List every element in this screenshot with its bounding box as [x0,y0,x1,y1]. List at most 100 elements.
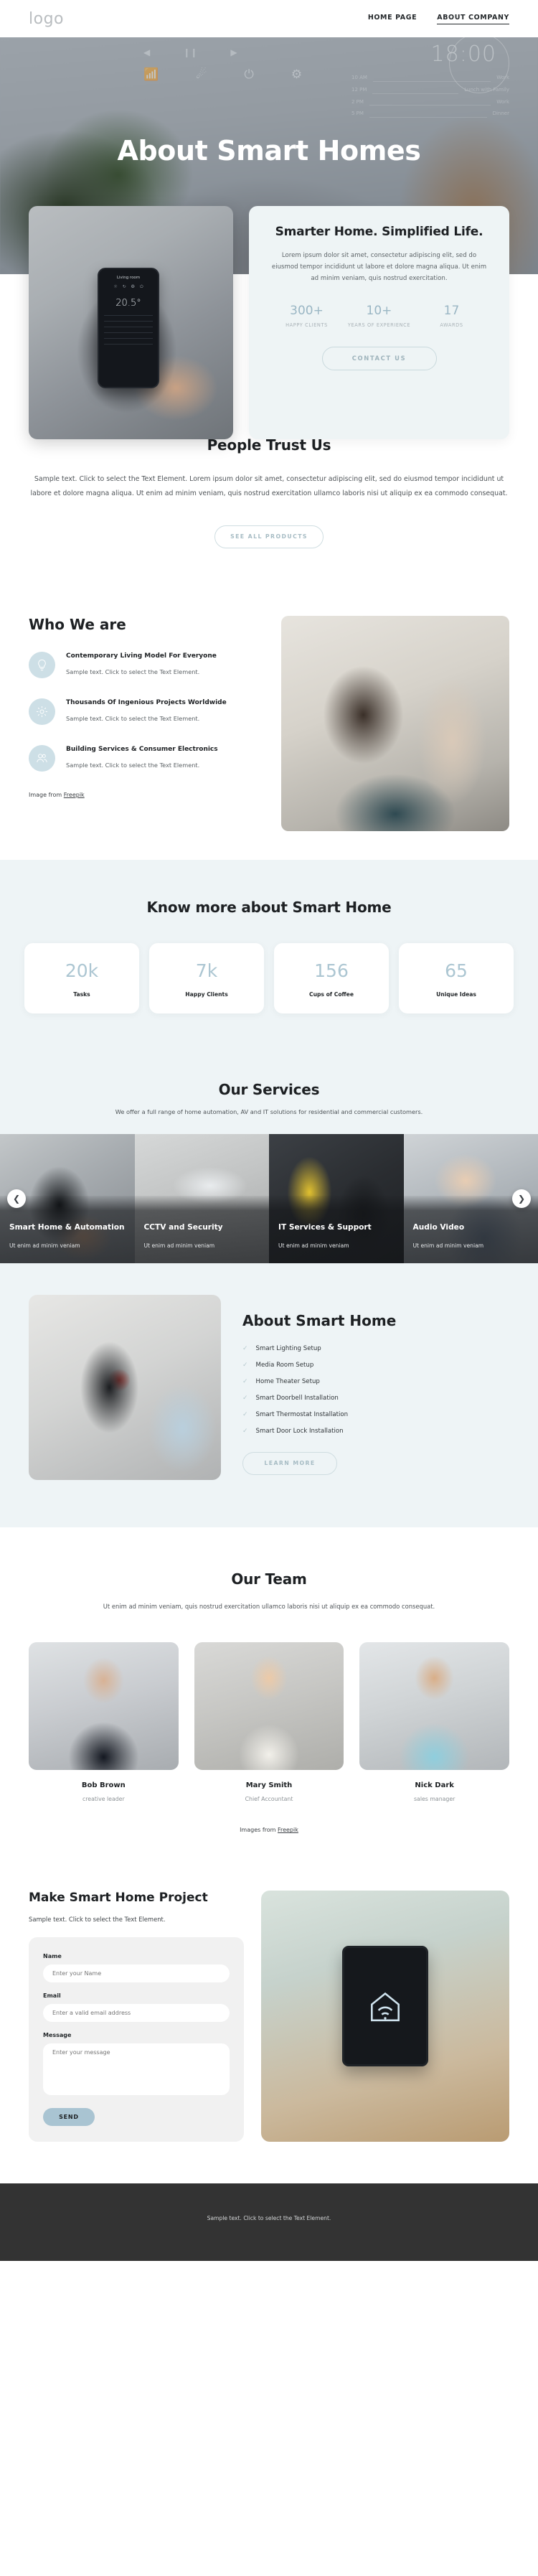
contact-us-button[interactable]: CONTACT US [321,346,437,370]
stat-card-tasks: 20k Tasks [24,942,139,1013]
hero-info-card: Smarter Home. Simplified Life. Lorem ips… [249,206,509,439]
service-card-cctv-security[interactable]: CCTV and Security Ut enim ad minim venia… [134,1133,269,1263]
checklist-item: ✓ Smart Doorbell Installation [242,1395,509,1402]
users-icon [29,744,55,772]
contact-left: Make Smart Home Project Sample text. Cli… [29,1891,244,2142]
stat-label: Happy Clients [185,990,228,998]
avatar [29,1642,179,1771]
service-desc: Ut enim ad minim veniam [143,1242,215,1249]
pause-icon[interactable]: ❙❙ [183,47,197,57]
settings-icon[interactable]: ⚙ [291,67,302,82]
stat-years-experience: 10+ YEARS OF EXPERIENCE [344,304,415,329]
carousel-prev-button[interactable]: ❮ [7,1189,26,1208]
feature-item-projects-worldwide: Thousands Of Ingenious Projects Worldwid… [29,698,265,725]
power-icon[interactable]: ⏻ [244,67,253,82]
credit-prefix: Image from [29,791,64,798]
stat-label: YEARS OF EXPERIENCE [347,322,411,328]
checklist-item: ✓ Media Room Setup [242,1362,509,1369]
message-field[interactable] [43,2043,230,2096]
stat-value: 156 [314,960,349,981]
phone-schedule-list [104,315,153,345]
stat-value: 20k [65,960,99,981]
team-member-role: creative leader [82,1796,125,1803]
hero-clock: 18:00 [430,42,496,67]
send-button[interactable]: SEND [43,2108,95,2127]
phone-room-label: Living room [116,276,141,280]
contact-section: Make Smart Home Project Sample text. Cli… [0,1862,538,2184]
next-track-icon[interactable]: ▶ [230,47,237,57]
trust-description: Sample text. Click to select the Text El… [30,475,508,497]
feature-text: Thousands Of Ingenious Projects Worldwid… [66,698,227,723]
freepik-link[interactable]: Freepik [278,1827,298,1833]
hero-phone-image: Living room ☼ ↻ ❂ ⏻ 20.5° [29,206,233,439]
check-icon: ✓ [242,1361,248,1369]
checklist-item: ✓ Smart Thermostat Installation [242,1411,509,1418]
site-footer: Sample text. Click to select the Text El… [0,2183,538,2262]
checklist-item: ✓ Home Theater Setup [242,1378,509,1385]
email-field[interactable] [43,2004,230,2023]
stats-row: 20k Tasks 7k Happy Clients 156 Cups of C… [24,942,514,1013]
logo[interactable]: logo [29,10,64,28]
nav-item-about-company[interactable]: ABOUT COMPANY [437,14,509,24]
checklist-label: Home Theater Setup [255,1377,320,1385]
smart-home-wifi-icon [371,1992,400,2022]
know-more-section: Know more about Smart Home 20k Tasks 7k … [0,859,538,1057]
stat-label: AWARDS [440,322,463,328]
service-text: Audio Video Ut enim ad minim veniam [413,1222,532,1248]
service-title: IT Services & Support [278,1223,372,1232]
checklist-label: Smart Thermostat Installation [255,1410,349,1418]
carousel-next-button[interactable]: ❯ [512,1189,531,1208]
name-field[interactable] [43,1964,230,1983]
nav-item-home-page[interactable]: HOME PAGE [368,14,417,24]
service-text: IT Services & Support Ut enim ad minim v… [278,1222,397,1248]
stat-label: Unique Ideas [436,990,476,998]
checklist-item: ✓ Smart Door Lock Installation [242,1428,509,1435]
hero-card-title: Smarter Home. Simplified Life. [275,225,483,239]
freepik-link[interactable]: Freepik [64,792,85,798]
learn-more-button[interactable]: LEARN MORE [242,1451,337,1475]
our-team-section: Our Team Ut enim ad minim veniam, quis n… [0,1527,538,1863]
team-member-mary-smith: Mary Smith Chief Accountant [194,1642,344,1802]
about-smart-home-section: About Smart Home ✓ Smart Lighting Setup … [0,1263,538,1527]
service-desc: Ut enim ad minim veniam [278,1242,349,1249]
check-icon: ✓ [242,1377,248,1385]
phone-fan-icon: ❂ [131,284,135,289]
service-desc: Ut enim ad minim veniam [412,1242,484,1249]
stat-label: Tasks [73,990,90,998]
service-card-it-services[interactable]: IT Services & Support Ut enim ad minim v… [269,1133,404,1263]
hero-schedule: 10 AM Work 12 PM Lunch with Family 2 PM Wor… [351,72,509,120]
page-title: About Smart Homes [117,135,421,167]
hero-card-description: Lorem ipsum dolor sit amet, consectetur … [271,252,487,282]
team-member-role: sales manager [413,1796,456,1803]
name-label: Name [43,1953,62,1960]
team-member-name: Nick Dark [415,1781,454,1790]
team-member-role: Chief Accountant [245,1796,293,1803]
who-we-are-section: Who We are Contemporary Living Model For… [0,588,538,860]
feature-text: Contemporary Living Model For Everyone S… [66,652,217,676]
stat-card-happy-clients: 7k Happy Clients [149,942,264,1013]
feature-title: Thousands Of Ingenious Projects Worldwid… [66,698,227,706]
prev-track-icon[interactable]: ◀ [143,47,150,57]
contact-note: Sample text. Click to select the Text El… [29,1916,166,1924]
feature-desc: Sample text. Click to select the Text El… [66,762,200,769]
checklist-label: Smart Lighting Setup [255,1344,321,1352]
feature-title: Building Services & Consumer Electronics [66,745,218,753]
phone-mockup: Living room ☼ ↻ ❂ ⏻ 20.5° [98,268,159,388]
stat-value: 65 [445,960,468,981]
contact-tablet-image [261,1891,509,2142]
wifi-icon[interactable]: 📶 [143,67,159,82]
contact-title: Make Smart Home Project [29,1891,208,1906]
chevron-right-icon: ❯ [517,1193,526,1204]
feature-desc: Sample text. Click to select the Text El… [66,715,200,723]
bluetooth-icon[interactable]: ☄ [196,67,207,82]
team-subtitle: Ut enim ad minim veniam, quis nostrud ex… [103,1602,435,1610]
stat-card-cups-of-coffee: 156 Cups of Coffee [274,942,389,1013]
team-member-name: Bob Brown [81,1781,126,1790]
image-credit: Image from Freepik [29,792,265,798]
who-we-are-title: Who We are [29,615,126,633]
about-checklist: ✓ Smart Lighting Setup ✓ Media Room Setu… [242,1345,509,1435]
feature-item-building-services: Building Services & Consumer Electronics… [29,744,265,772]
hero-media-controls: ◀ ❙❙ ▶ [143,47,237,57]
chevron-left-icon: ❮ [12,1193,21,1204]
see-all-products-button[interactable]: SEE ALL PRODUCTS [214,525,324,548]
